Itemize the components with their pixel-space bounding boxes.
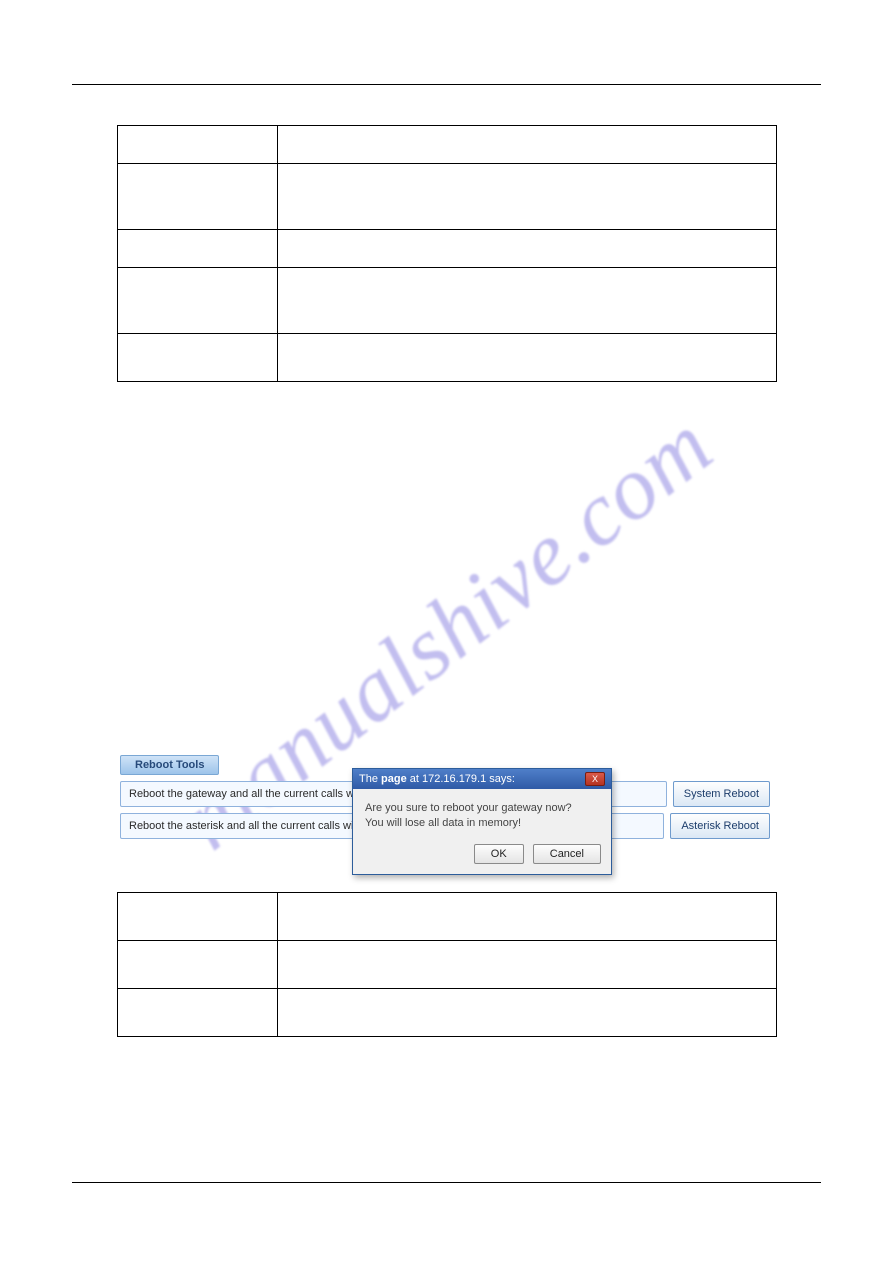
cell	[277, 126, 776, 164]
cell	[277, 893, 776, 941]
definition-table-2	[117, 892, 777, 1037]
cell	[277, 164, 776, 230]
cell	[117, 268, 277, 334]
cell	[277, 268, 776, 334]
table-row	[117, 989, 776, 1037]
reboot-tools-heading: Reboot Tools	[120, 755, 219, 775]
asterisk-reboot-button[interactable]: Asterisk Reboot	[670, 813, 770, 839]
cell	[277, 941, 776, 989]
ok-button[interactable]: OK	[474, 844, 524, 864]
dialog-body: Are you sure to reboot your gateway now?…	[353, 789, 611, 836]
cancel-button[interactable]: Cancel	[533, 844, 601, 864]
table-row	[117, 126, 776, 164]
cell	[117, 334, 277, 382]
cell	[117, 893, 277, 941]
cell	[277, 989, 776, 1037]
cell	[277, 230, 776, 268]
table-row	[117, 164, 776, 230]
system-reboot-button[interactable]: System Reboot	[673, 781, 770, 807]
footer-rule	[72, 1182, 821, 1183]
cell	[117, 941, 277, 989]
dialog-text-line: Are you sure to reboot your gateway now?	[365, 801, 599, 816]
cell	[117, 126, 277, 164]
definition-table-1	[117, 125, 777, 382]
header-rule	[72, 84, 821, 85]
cell	[117, 164, 277, 230]
dialog-titlebar: The page at 172.16.179.1 says: X	[353, 769, 611, 789]
table-row	[117, 268, 776, 334]
table-row	[117, 893, 776, 941]
confirm-dialog: The page at 172.16.179.1 says: X Are you…	[352, 768, 612, 875]
cell	[117, 989, 277, 1037]
cell	[277, 334, 776, 382]
dialog-text-line: You will lose all data in memory!	[365, 816, 599, 831]
table-row	[117, 334, 776, 382]
dialog-title-text: The page at 172.16.179.1 says:	[359, 773, 515, 785]
close-icon[interactable]: X	[585, 772, 605, 786]
table-row	[117, 941, 776, 989]
table-row	[117, 230, 776, 268]
cell	[117, 230, 277, 268]
